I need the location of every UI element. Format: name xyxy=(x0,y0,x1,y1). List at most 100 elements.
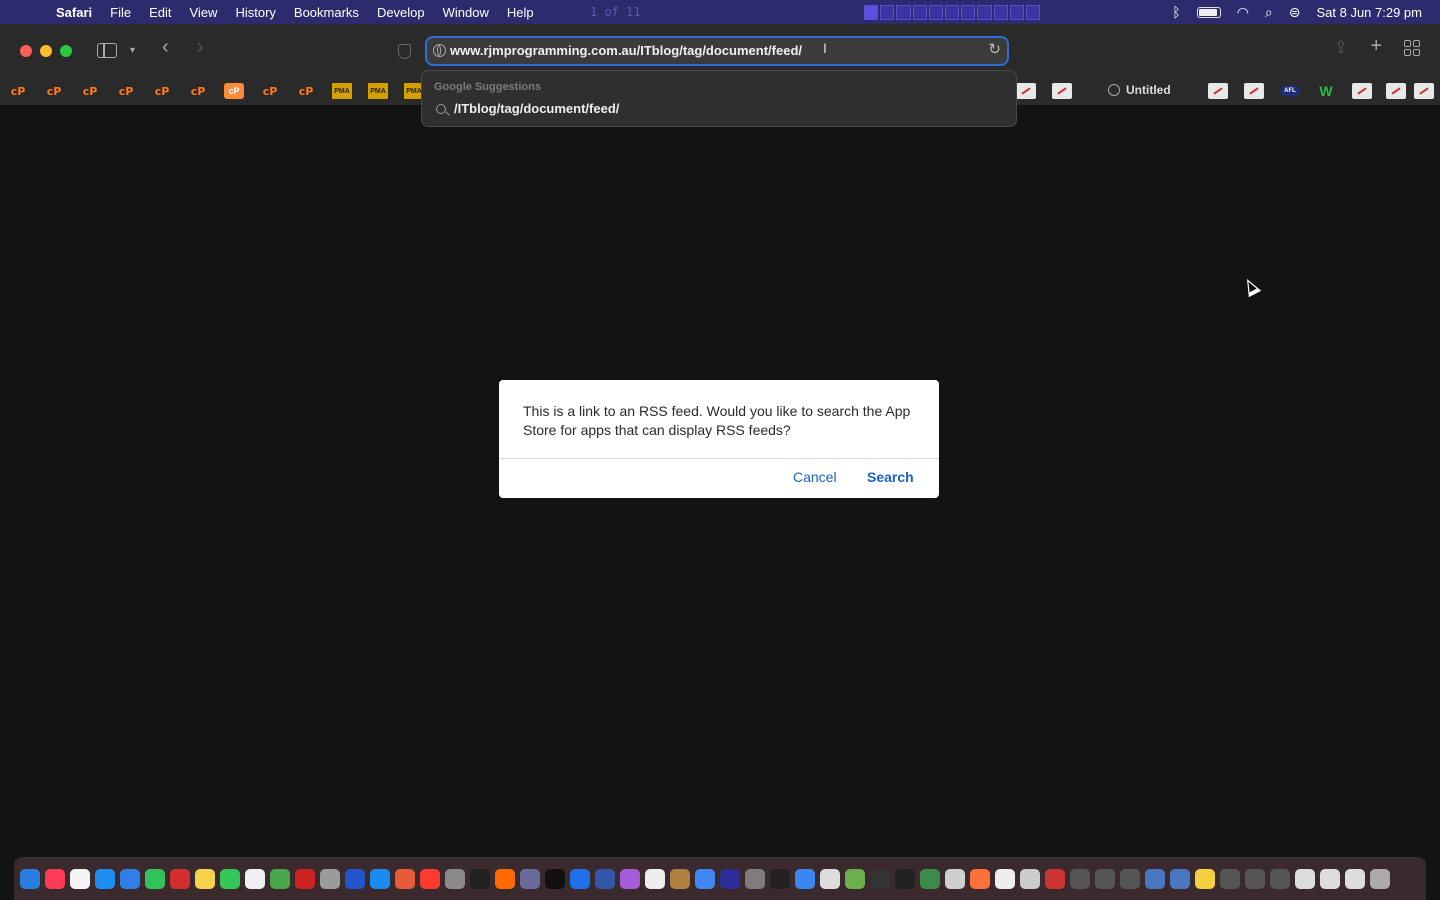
dock-app-icon[interactable] xyxy=(794,868,815,889)
favourite-note-icon[interactable] xyxy=(1386,83,1406,99)
dock-app-icon[interactable] xyxy=(994,868,1015,889)
dock-app-icon[interactable] xyxy=(619,868,640,889)
favourite-cp-icon[interactable]: cP xyxy=(224,83,244,99)
favourite-cp-icon[interactable]: cP xyxy=(188,83,208,99)
maximize-window-button[interactable] xyxy=(60,45,72,57)
favourite-untitled[interactable]: Untitled xyxy=(1108,83,1171,97)
address-bar[interactable]: www.rjmprogramming.com.au/ITblog/tag/doc… xyxy=(425,36,1009,66)
menu-help[interactable]: Help xyxy=(507,5,534,20)
dock-app-icon[interactable] xyxy=(1119,868,1140,889)
dock-app-icon[interactable] xyxy=(1069,868,1090,889)
favourite-pma-icon[interactable]: PMA xyxy=(368,83,388,99)
dock-app-icon[interactable] xyxy=(519,868,540,889)
favourite-note-icon[interactable] xyxy=(1016,83,1036,99)
dock-app-icon[interactable] xyxy=(544,868,565,889)
dock-app-icon[interactable] xyxy=(144,868,165,889)
dock-app-icon[interactable] xyxy=(944,868,965,889)
dock-app-icon[interactable] xyxy=(844,868,865,889)
dock-app-icon[interactable] xyxy=(469,868,490,889)
dock-app-icon[interactable] xyxy=(369,868,390,889)
favourite-cp-icon[interactable]: cP xyxy=(8,83,28,99)
battery-icon[interactable] xyxy=(1196,6,1221,18)
suggestion-item[interactable]: /ITblog/tag/document/feed/ xyxy=(436,101,619,116)
dock-app-icon[interactable] xyxy=(869,868,890,889)
dock-app-icon[interactable] xyxy=(1044,868,1065,889)
new-tab-icon[interactable]: + xyxy=(1370,35,1382,58)
dock-app-icon[interactable] xyxy=(1269,868,1290,889)
favourite-pma-icon[interactable]: PMA xyxy=(332,83,352,99)
share-icon[interactable]: ⇪ xyxy=(1334,38,1348,58)
search-button[interactable]: Search xyxy=(867,469,914,485)
dock-app-icon[interactable] xyxy=(1094,868,1115,889)
dock-app-icon[interactable] xyxy=(319,868,340,889)
dock-app-icon[interactable] xyxy=(644,868,665,889)
dock-app-icon[interactable] xyxy=(194,868,215,889)
favourite-cp-icon[interactable]: cP xyxy=(44,83,64,99)
dock-app-icon[interactable] xyxy=(1244,868,1265,889)
dock-app-icon[interactable] xyxy=(344,868,365,889)
dock-app-icon[interactable] xyxy=(1194,868,1215,889)
wifi-icon[interactable]: ◠ xyxy=(1237,4,1249,21)
dock-app-icon[interactable] xyxy=(444,868,465,889)
dock-app-icon[interactable] xyxy=(669,868,690,889)
address-bar-text[interactable]: www.rjmprogramming.com.au/ITblog/tag/doc… xyxy=(450,43,802,58)
dock-app-icon[interactable] xyxy=(294,868,315,889)
dock-app-icon[interactable] xyxy=(594,868,615,889)
favourite-w-icon[interactable]: W xyxy=(1316,83,1336,99)
tab-overview-icon[interactable] xyxy=(1404,40,1420,56)
dock-app-icon[interactable] xyxy=(69,868,90,889)
dock-app-icon[interactable] xyxy=(569,868,590,889)
dock-app-icon[interactable] xyxy=(419,868,440,889)
dock-app-icon[interactable] xyxy=(719,868,740,889)
dock-app-icon[interactable] xyxy=(394,868,415,889)
dock-app-icon[interactable] xyxy=(819,868,840,889)
minimize-window-button[interactable] xyxy=(40,45,52,57)
bluetooth-icon[interactable]: ᛒ xyxy=(1172,4,1180,20)
dock-app-icon[interactable] xyxy=(1294,868,1315,889)
dock-app-icon[interactable] xyxy=(744,868,765,889)
dock-app-icon[interactable] xyxy=(1344,868,1365,889)
clock[interactable]: Sat 8 Jun 7:29 pm xyxy=(1316,5,1422,20)
dock-app-icon[interactable] xyxy=(219,868,240,889)
dock-app-icon[interactable] xyxy=(44,868,65,889)
dock-app-icon[interactable] xyxy=(1169,868,1190,889)
favourite-note-icon[interactable] xyxy=(1244,83,1264,99)
dock-app-icon[interactable] xyxy=(19,868,40,889)
menu-view[interactable]: View xyxy=(190,5,218,20)
menu-bookmarks[interactable]: Bookmarks xyxy=(294,5,359,20)
menu-history[interactable]: History xyxy=(235,5,275,20)
cancel-button[interactable]: Cancel xyxy=(793,469,837,485)
favourite-note-icon[interactable] xyxy=(1052,83,1072,99)
dock-app-icon[interactable] xyxy=(94,868,115,889)
sidebar-toggle-icon[interactable] xyxy=(97,43,117,58)
favourite-cp-icon[interactable]: cP xyxy=(80,83,100,99)
favourite-note-icon[interactable] xyxy=(1208,83,1228,99)
favourite-cp-icon[interactable]: cP xyxy=(116,83,136,99)
dock-app-icon[interactable] xyxy=(1219,868,1240,889)
dock-app-icon[interactable] xyxy=(894,868,915,889)
menu-develop[interactable]: Develop xyxy=(377,5,425,20)
dock-app-icon[interactable] xyxy=(119,868,140,889)
favourite-note-icon[interactable] xyxy=(1414,83,1434,99)
reload-icon[interactable]: ↻ xyxy=(988,40,1001,58)
dock-app-icon[interactable] xyxy=(694,868,715,889)
menu-file[interactable]: File xyxy=(110,5,131,20)
favourite-note-icon[interactable] xyxy=(1352,83,1372,99)
dock-app-icon[interactable] xyxy=(1369,868,1390,889)
dock-app-icon[interactable] xyxy=(269,868,290,889)
dock-app-icon[interactable] xyxy=(1019,868,1040,889)
dock-app-icon[interactable] xyxy=(1319,868,1340,889)
back-arrow-icon[interactable]: ‹ xyxy=(162,36,169,59)
dock-app-icon[interactable] xyxy=(769,868,790,889)
chevron-down-icon[interactable]: ▾ xyxy=(130,45,135,56)
dock-app-icon[interactable] xyxy=(969,868,990,889)
menu-app-safari[interactable]: Safari xyxy=(56,5,92,20)
favourite-cp-icon[interactable]: cP xyxy=(152,83,172,99)
menu-window[interactable]: Window xyxy=(443,5,489,20)
control-center-icon[interactable]: ⊜ xyxy=(1289,4,1301,21)
dock-app-icon[interactable] xyxy=(494,868,515,889)
dock-app-icon[interactable] xyxy=(169,868,190,889)
dock-app-icon[interactable] xyxy=(244,868,265,889)
close-window-button[interactable] xyxy=(20,45,32,57)
forward-arrow-icon[interactable]: › xyxy=(197,36,204,59)
